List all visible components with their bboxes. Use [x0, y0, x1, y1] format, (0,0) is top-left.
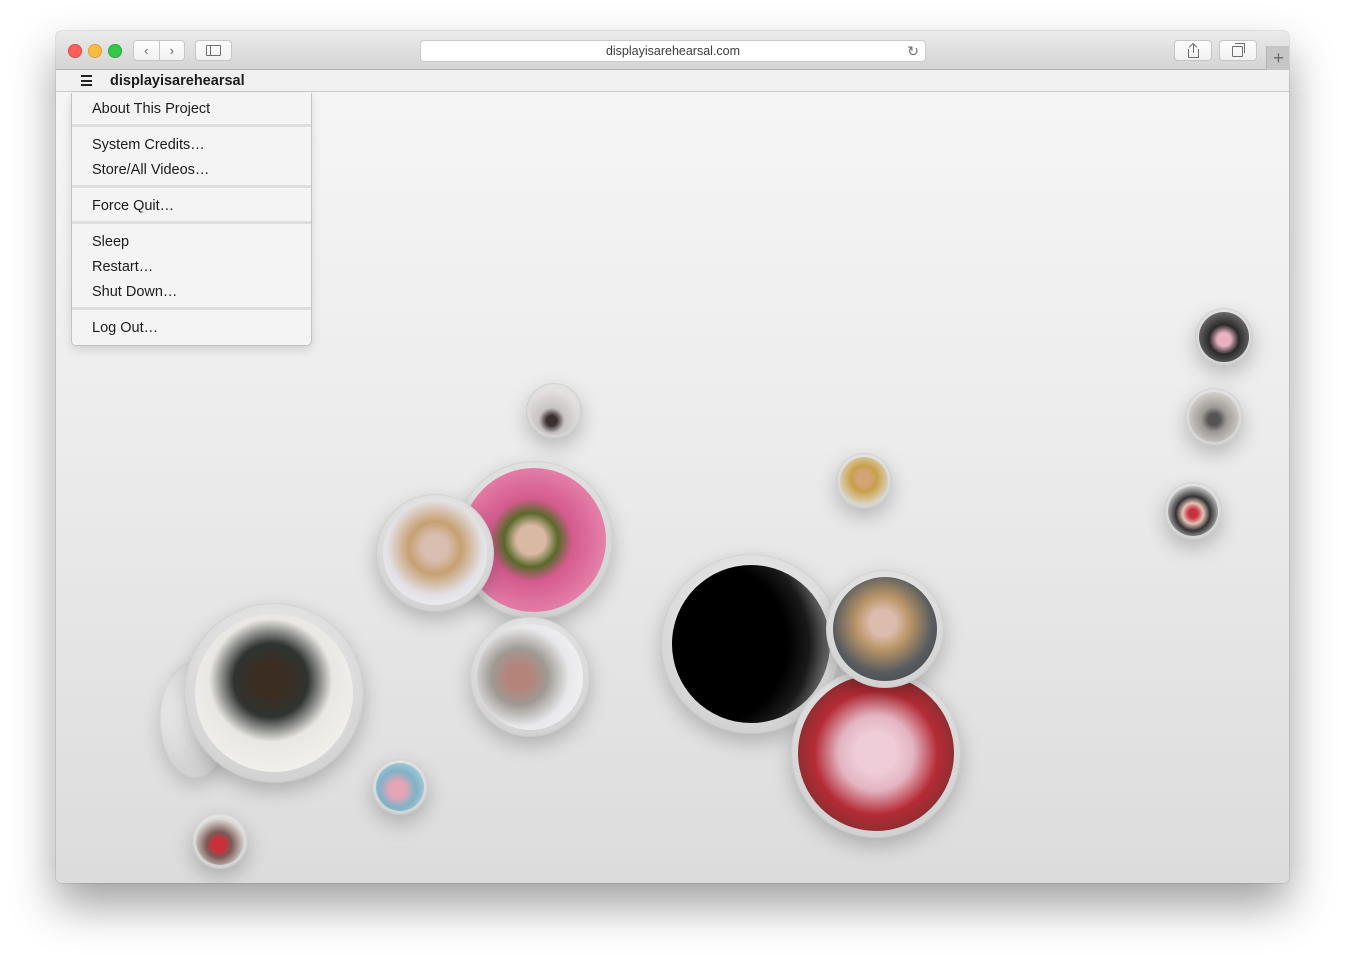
site-title: displayisarehearsal — [110, 73, 245, 89]
site-dropdown-menu: About This Project System Credits… Store… — [71, 93, 312, 346]
menu-divider — [72, 185, 311, 188]
page-content: displayisarehearsal About This Project S… — [56, 70, 1289, 883]
navigation-buttons: ‹ › — [133, 40, 185, 61]
browser-toolbar: ‹ › displayisarehearsal.com ↻ + — [56, 31, 1289, 70]
menu-item-log-out[interactable]: Log Out… — [72, 316, 311, 341]
video-bubble[interactable] — [470, 617, 590, 737]
video-thumbnail — [196, 817, 244, 865]
menu-item-shut-down[interactable]: Shut Down… — [72, 280, 311, 305]
chevron-left-icon: ‹ — [144, 43, 149, 58]
video-bubble[interactable] — [526, 383, 582, 439]
video-thumbnail — [477, 624, 583, 730]
video-bubble[interactable] — [192, 813, 248, 869]
sidebar-toggle-button[interactable] — [195, 40, 232, 61]
video-bubble[interactable] — [791, 668, 961, 838]
video-thumbnail — [1189, 392, 1239, 442]
video-thumbnail — [833, 577, 937, 681]
video-thumbnail — [1199, 312, 1249, 362]
menu-item-force-quit[interactable]: Force Quit… — [72, 194, 311, 219]
reload-icon[interactable]: ↻ — [907, 41, 919, 61]
menu-item-system-credits[interactable]: System Credits… — [72, 133, 311, 158]
video-bubble[interactable] — [1164, 482, 1222, 540]
menu-item-restart[interactable]: Restart… — [72, 255, 311, 280]
video-thumbnail — [195, 614, 353, 772]
video-thumbnail — [376, 763, 424, 811]
video-bubble[interactable] — [826, 570, 944, 688]
new-tab-button[interactable]: + — [1266, 46, 1289, 70]
hamburger-menu-icon[interactable] — [81, 75, 92, 86]
address-bar[interactable]: displayisarehearsal.com ↻ — [420, 40, 926, 62]
video-bubble[interactable] — [372, 759, 428, 815]
minimize-window-button[interactable] — [88, 44, 102, 58]
chevron-right-icon: › — [169, 43, 174, 58]
menu-item-store-all-videos[interactable]: Store/All Videos… — [72, 158, 311, 183]
share-icon — [1186, 42, 1200, 59]
menu-divider — [72, 221, 311, 224]
share-button[interactable] — [1174, 40, 1212, 61]
url-text: displayisarehearsal.com — [605, 44, 741, 58]
forward-button[interactable]: › — [160, 41, 185, 60]
site-menubar: displayisarehearsal — [56, 70, 1289, 92]
video-thumbnail — [530, 387, 578, 435]
video-thumbnail — [672, 565, 830, 723]
video-bubble[interactable] — [376, 494, 494, 612]
browser-window: ‹ › displayisarehearsal.com ↻ + displayi… — [56, 31, 1289, 883]
video-thumbnail — [383, 501, 487, 605]
menu-divider — [72, 307, 311, 310]
video-thumbnail — [798, 675, 954, 831]
menu-item-sleep[interactable]: Sleep — [72, 230, 311, 255]
zoom-window-button[interactable] — [108, 44, 122, 58]
video-thumbnail — [840, 457, 888, 505]
video-bubble[interactable] — [1195, 308, 1253, 366]
tabs-icon — [1231, 43, 1245, 57]
show-tabs-button[interactable] — [1219, 40, 1257, 61]
back-button[interactable]: ‹ — [134, 41, 159, 60]
video-bubble[interactable] — [836, 453, 892, 509]
menu-divider — [72, 124, 311, 127]
close-window-button[interactable] — [68, 44, 82, 58]
sidebar-icon — [206, 45, 221, 56]
video-bubble[interactable] — [184, 603, 364, 783]
video-bubble[interactable] — [1185, 388, 1243, 446]
video-thumbnail — [1168, 486, 1218, 536]
menu-item-about[interactable]: About This Project — [72, 97, 311, 122]
